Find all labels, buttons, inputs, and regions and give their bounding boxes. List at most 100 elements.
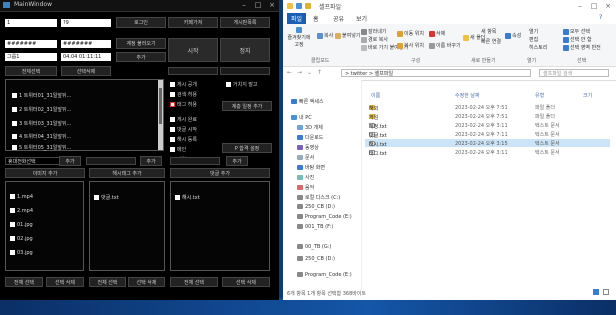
column-type[interactable]: 유형 <box>535 92 544 99</box>
file-row[interactable]: 계정.txt 2023-02-24 오후 3:11 텍스트 문서 <box>365 121 610 130</box>
open-button[interactable]: 열기 <box>529 28 538 35</box>
option-checkbox[interactable]: 검색 허용 <box>170 91 197 98</box>
file-item[interactable]: 2.mp4 <box>10 208 33 214</box>
column-date[interactable]: 수정한 날짜 <box>455 92 480 99</box>
nav-quick-access[interactable]: 빠른 액세스 <box>291 98 324 105</box>
minimize-icon[interactable]: – <box>238 0 250 10</box>
option-checkbox[interactable]: 게시 완료 <box>170 116 197 123</box>
option-checkbox[interactable]: 게시 공개 <box>170 81 197 88</box>
new-item-button[interactable]: 새 항목 <box>481 28 496 35</box>
tab-home[interactable]: 홈 <box>313 14 319 23</box>
nav-music[interactable]: 음악 <box>297 184 314 191</box>
id-field-2[interactable]: ?9 <box>61 19 111 27</box>
delete-hashtags-button[interactable]: 선택 삭제 <box>128 277 165 287</box>
tiles-view-icon[interactable] <box>603 289 609 295</box>
login-button[interactable]: 로그인 <box>116 17 166 28</box>
close-icon[interactable]: × <box>266 0 278 10</box>
tab-share[interactable]: 공유 <box>333 14 344 23</box>
get-board-button[interactable]: 게시판목록 <box>220 17 270 28</box>
hashtag-add-button[interactable]: 해시태그 추가 <box>89 168 165 178</box>
back-arrow-icon[interactable]: ← <box>287 69 292 76</box>
add-phone-button[interactable]: 추가 <box>59 156 81 166</box>
copy-to-button[interactable]: 복사 위치 <box>397 42 424 49</box>
side-option-checkbox[interactable]: 거치지 말고 <box>226 81 258 88</box>
save-icon[interactable] <box>296 3 302 9</box>
file-item[interactable]: 03.jpg <box>10 250 33 256</box>
nav-drive-g[interactable]: 00_TB (G:) <box>297 244 331 250</box>
file-item[interactable]: 댓글.txt <box>94 194 119 201</box>
maximize-icon[interactable]: □ <box>587 1 601 11</box>
file-item[interactable]: 01.jpg <box>10 222 33 228</box>
nav-videos[interactable]: 동영상 <box>297 144 319 151</box>
password-field-1[interactable]: ####### <box>5 40 57 48</box>
close-icon[interactable]: × <box>601 1 615 11</box>
write-post-button[interactable]: 계층 일정 추가 <box>222 101 272 111</box>
help-icon[interactable]: ? <box>599 14 602 21</box>
file-item[interactable]: 해시.txt <box>175 194 200 201</box>
nav-drive-e2[interactable]: Program_Code (E:) <box>297 272 352 278</box>
nav-this-pc[interactable]: 내 PC <box>291 114 312 121</box>
group-field[interactable]: 그룹1 <box>5 53 57 61</box>
delete-selected-button[interactable]: 선택삭제 <box>61 66 111 76</box>
add-button[interactable]: 추가 <box>116 52 166 62</box>
task-list-scrollbar[interactable] <box>158 80 163 150</box>
minimize-icon[interactable]: – <box>573 1 587 11</box>
copy-path-button[interactable]: 경로 복사 <box>361 36 388 43</box>
add-tag-button[interactable]: 추가 <box>140 156 162 166</box>
nav-desktop[interactable]: 바탕 화면 <box>297 164 325 171</box>
start-button[interactable]: 시작 <box>168 38 218 62</box>
select-all-images-button[interactable]: 전체 선택 <box>5 277 43 287</box>
tab-file[interactable]: 파일 <box>287 13 307 24</box>
select-none-button[interactable]: 선택 안 함 <box>563 36 592 43</box>
copy-button[interactable]: 복사 <box>317 32 333 39</box>
add-file-button[interactable]: 추가 <box>226 156 248 166</box>
image-add-button[interactable]: 이미지 추가 <box>5 168 85 178</box>
delete-comments-button[interactable]: 선택 삭제 <box>222 277 270 287</box>
task-item[interactable]: 4 트위터04_31일앞뒤... <box>10 133 71 140</box>
pin-button[interactable]: 즐겨찾기에 고정 <box>286 27 312 48</box>
file-row[interactable]: 댓글.txt 2023-02-24 오후 7:11 텍스트 문서 <box>365 130 610 139</box>
file-row[interactable]: 해외 2023-02-24 오후 7:51 파일 폴더 <box>365 103 610 112</box>
nav-pictures[interactable]: 사진 <box>297 174 314 181</box>
select-all-hashtags-button[interactable]: 전체 선택 <box>89 277 126 287</box>
comment-add-button[interactable]: 댓글 추가 <box>170 168 270 178</box>
task-item[interactable]: 5 트위터05_31일앞뒤... <box>10 144 71 151</box>
schedule-date-field[interactable]: 04.04 01:11:11 <box>61 53 111 61</box>
task-item[interactable]: 3 트위터03_31일앞뒤... <box>10 120 71 127</box>
maximize-icon[interactable]: □ <box>252 0 264 10</box>
id-field-1[interactable]: 1 <box>5 19 57 27</box>
select-all-button[interactable]: 전체선택 <box>5 66 57 76</box>
nav-downloads[interactable]: 다운로드 <box>297 134 323 141</box>
column-size[interactable]: 크기 <box>583 92 592 99</box>
select-all-button[interactable]: 모두 선택 <box>563 28 590 35</box>
phone-select[interactable]: 휴대전화선택 <box>5 157 65 165</box>
nav-documents[interactable]: 문서 <box>297 154 314 161</box>
column-name[interactable]: 이름 <box>371 92 380 99</box>
ext-field[interactable] <box>170 157 220 165</box>
tab-view[interactable]: 보기 <box>356 14 367 23</box>
file-item[interactable]: 1.mp4 <box>10 194 33 200</box>
rename-button[interactable]: 이름 바꾸기 <box>429 42 461 49</box>
file-row[interactable]: 게임 2023-02-24 오후 7:51 파일 폴더 <box>365 112 610 121</box>
option-checkbox[interactable]: 댓글 시작 <box>170 126 197 133</box>
chevron-down-icon[interactable]: ⌄ <box>307 69 312 76</box>
option-checkbox[interactable]: 해시 등록 <box>170 136 197 143</box>
checkbox[interactable] <box>12 121 17 126</box>
task-item[interactable]: 2 트위터02_31일앞뒤... <box>10 106 71 113</box>
nav-drive-c[interactable]: 로컬 디스크 (C:) <box>297 194 340 201</box>
nav-drive-d[interactable]: 250_CB (D:) <box>297 204 335 210</box>
stop-button[interactable]: 정지 <box>220 38 270 62</box>
up-arrow-icon[interactable]: ↑ <box>317 69 322 76</box>
tag-input[interactable] <box>86 157 136 165</box>
history-button[interactable]: 히스토리 <box>529 44 547 51</box>
paste-button[interactable]: 붙여넣기 <box>335 32 360 39</box>
checkbox[interactable] <box>12 107 17 112</box>
nav-drive-e[interactable]: Program_Code (E:) <box>297 214 352 220</box>
invert-selection-button[interactable]: 선택 영역 반전 <box>563 44 601 51</box>
option-checkbox[interactable]: 메인 <box>170 146 186 153</box>
task-item[interactable]: 1 트위터01_31일앞뒤... <box>10 92 71 99</box>
checkbox[interactable] <box>12 134 17 139</box>
move-to-button[interactable]: 이동 위치 <box>397 30 424 37</box>
search-input[interactable]: 셀프파일 검색 <box>539 69 609 77</box>
delete-images-button[interactable]: 선택 삭제 <box>46 277 84 287</box>
